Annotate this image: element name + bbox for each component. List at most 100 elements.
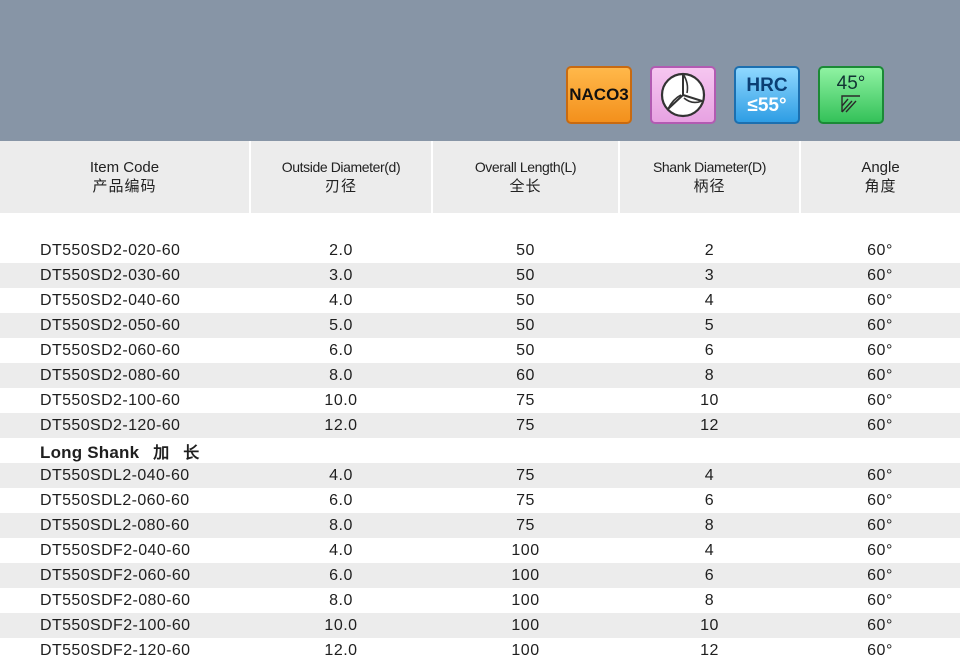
table-cell: 8 xyxy=(619,363,800,388)
table-cell: 4 xyxy=(619,538,800,563)
column-header: Overall Length(L) 全长 xyxy=(432,141,620,213)
table-cell: 75 xyxy=(432,488,619,513)
table-cell: DT550SDL2-060-60 xyxy=(0,488,250,513)
section-title: Long Shank xyxy=(40,442,140,462)
helix-angle-badge: 45° xyxy=(818,66,884,124)
table-cell: 4.0 xyxy=(250,288,432,313)
table-row: DT550SDF2-100-60 10.0 100 10 60° xyxy=(0,613,960,638)
table-cell: 4 xyxy=(619,288,800,313)
table-cell: DT550SDF2-080-60 xyxy=(0,588,250,613)
table-cell: 60° xyxy=(800,613,960,638)
coating-badge: NACO3 xyxy=(566,66,632,124)
table-cell: 75 xyxy=(432,513,619,538)
table-cell: 60° xyxy=(800,513,960,538)
column-header: Item Code 产品编码 xyxy=(0,141,251,213)
table-cell: 60° xyxy=(800,463,960,488)
table-cell: DT550SD2-040-60 xyxy=(0,288,250,313)
table-cell: 100 xyxy=(432,563,619,588)
table-cell: 10 xyxy=(619,613,800,638)
table-cell: 6 xyxy=(619,488,800,513)
table-cell: Long Shank 加长 xyxy=(0,438,960,463)
table-cell: 50 xyxy=(432,313,619,338)
table-cell: 4.0 xyxy=(250,463,432,488)
table-cell: 10.0 xyxy=(250,613,432,638)
table-cell: 8.0 xyxy=(250,513,432,538)
table-cell: 50 xyxy=(432,238,619,263)
column-header: Outside Diameter(d) 刃径 xyxy=(250,141,433,213)
table-cell xyxy=(0,213,960,238)
table-cell: DT550SD2-060-60 xyxy=(0,338,250,363)
table-cell: 60° xyxy=(800,238,960,263)
table-row: DT550SD2-100-60 10.0 75 10 60° xyxy=(0,388,960,413)
table-cell: 6.0 xyxy=(250,563,432,588)
table-cell: DT550SDF2-120-60 xyxy=(0,638,250,663)
table-cell: 60° xyxy=(800,488,960,513)
header-banner: NACO3 HRC ≤55° 45° xyxy=(0,0,960,141)
hrc-value: ≤55° xyxy=(747,94,787,116)
table-cell: 10.0 xyxy=(250,388,432,413)
table-cell: 8 xyxy=(619,588,800,613)
table-row: DT550SDF2-120-60 12.0 100 12 60° xyxy=(0,638,960,663)
table-cell: 4.0 xyxy=(250,538,432,563)
table-cell: 60° xyxy=(800,388,960,413)
table-cell: DT550SD2-050-60 xyxy=(0,313,250,338)
table-cell: 75 xyxy=(432,388,619,413)
table-cell: 60° xyxy=(800,263,960,288)
table-row: DT550SD2-020-60 2.0 50 2 60° xyxy=(0,238,960,263)
table-row: DT550SDL2-080-60 8.0 75 8 60° xyxy=(0,513,960,538)
table-cell: 12 xyxy=(619,413,800,438)
table-cell: 10 xyxy=(619,388,800,413)
table-cell: 60 xyxy=(432,363,619,388)
table-cell: 3 xyxy=(619,263,800,288)
table-cell: 12 xyxy=(619,638,800,663)
hrc-label: HRC xyxy=(746,74,788,96)
table-cell: 8.0 xyxy=(250,588,432,613)
table-cell: 60° xyxy=(800,638,960,663)
table-cell: DT550SD2-030-60 xyxy=(0,263,250,288)
section-title-cn: 加长 xyxy=(153,444,214,462)
table-row: DT550SDF2-040-60 4.0 100 4 60° xyxy=(0,538,960,563)
table-cell: DT550SDL2-040-60 xyxy=(0,463,250,488)
hardness-badge: HRC ≤55° xyxy=(734,66,800,124)
table-cell: 5.0 xyxy=(250,313,432,338)
flute-icon xyxy=(650,66,716,124)
table-cell: DT550SDF2-060-60 xyxy=(0,563,250,588)
table-cell: 100 xyxy=(432,638,619,663)
table-cell: 60° xyxy=(800,338,960,363)
table-cell: 2.0 xyxy=(250,238,432,263)
table-row: DT550SDF2-060-60 6.0 100 6 60° xyxy=(0,563,960,588)
table-cell: 60° xyxy=(800,538,960,563)
table-row: DT550SD2-120-60 12.0 75 12 60° xyxy=(0,413,960,438)
table-cell: 3.0 xyxy=(250,263,432,288)
feature-badges: NACO3 HRC ≤55° 45° xyxy=(566,66,884,124)
table-cell: 6 xyxy=(619,563,800,588)
column-header: Angle 角度 xyxy=(800,141,960,213)
table-cell: 60° xyxy=(800,363,960,388)
table-cell: DT550SDF2-100-60 xyxy=(0,613,250,638)
table-cell: 8.0 xyxy=(250,363,432,388)
table-cell: DT550SD2-080-60 xyxy=(0,363,250,388)
column-header: Shank Diameter(D) 柄径 xyxy=(619,141,801,213)
table-row: DT550SD2-050-60 5.0 50 5 60° xyxy=(0,313,960,338)
table-row: DT550SD2-080-60 8.0 60 8 60° xyxy=(0,363,960,388)
table-cell: 2 xyxy=(619,238,800,263)
table-cell: 60° xyxy=(800,588,960,613)
helix-icon xyxy=(841,94,860,112)
table-row: DT550SD2-060-60 6.0 50 6 60° xyxy=(0,338,960,363)
table-cell: DT550SDL2-080-60 xyxy=(0,513,250,538)
table-cell: 8 xyxy=(619,513,800,538)
table-cell: DT550SD2-020-60 xyxy=(0,238,250,263)
table-cell: 50 xyxy=(432,263,619,288)
table-cell: DT550SD2-100-60 xyxy=(0,388,250,413)
table-cell: 100 xyxy=(432,538,619,563)
coating-label: NACO3 xyxy=(569,85,629,104)
table-cell: 50 xyxy=(432,288,619,313)
table-cell: 60° xyxy=(800,288,960,313)
table-header-row: Item Code 产品编码 Outside Diameter(d) 刃径 Over… xyxy=(0,141,960,213)
table-cell: 75 xyxy=(432,463,619,488)
helix-angle-value: 45° xyxy=(836,72,866,94)
table-row: DT550SDF2-080-60 8.0 100 8 60° xyxy=(0,588,960,613)
table-cell: DT550SD2-120-60 xyxy=(0,413,250,438)
table-cell: 4 xyxy=(619,463,800,488)
table-cell: 100 xyxy=(432,613,619,638)
